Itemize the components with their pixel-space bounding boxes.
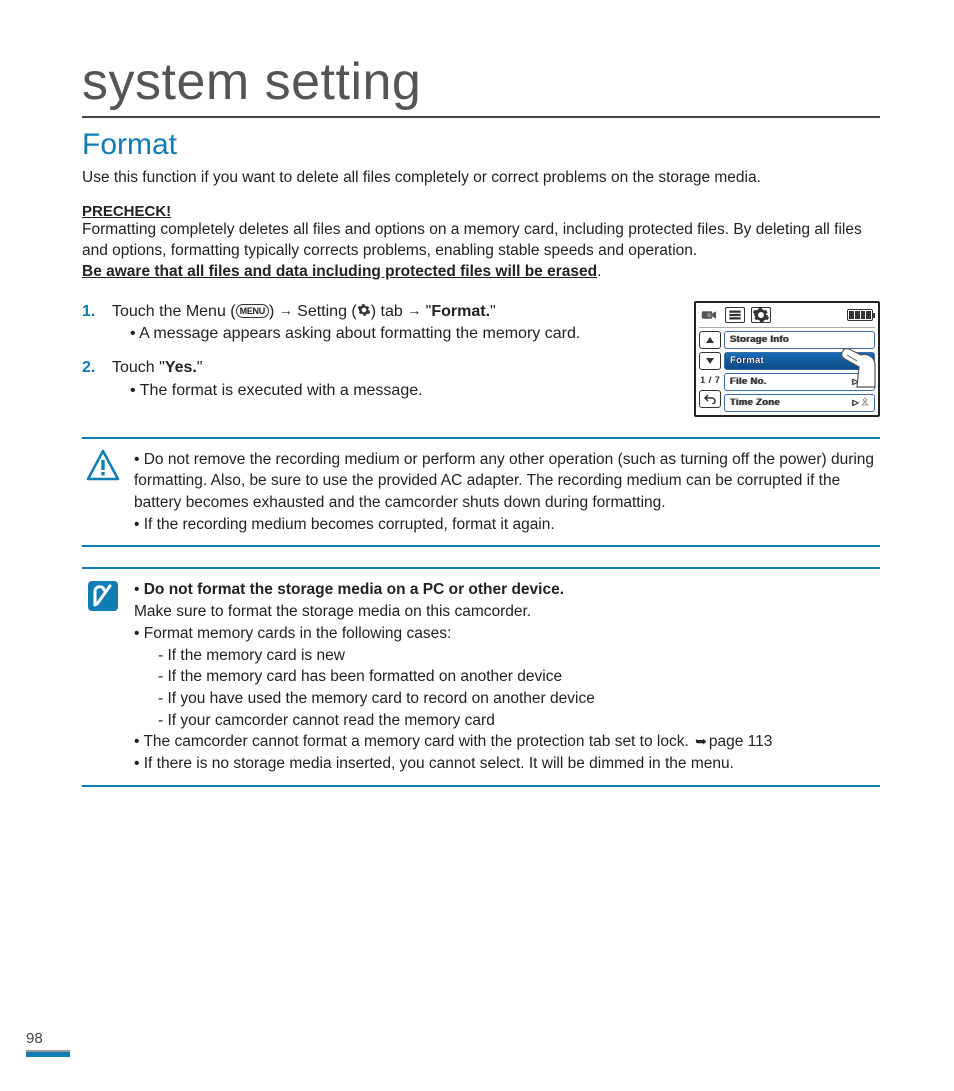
- precheck-warning: Be aware that all files and data includi…: [82, 263, 597, 280]
- back-button[interactable]: [699, 390, 721, 408]
- note-item: Format memory cards in the following cas…: [134, 623, 772, 731]
- arrow-icon: →: [279, 302, 293, 318]
- caution-callout: Do not remove the recording medium or pe…: [82, 437, 880, 548]
- page-indicator: 1 / 7: [699, 373, 721, 387]
- camcorder-icon: [701, 308, 719, 322]
- battery-icon: [847, 309, 873, 321]
- steps-list: 1. Touch the Menu (MENU) → Setting () ta…: [82, 301, 676, 415]
- menu-row-file-no[interactable]: File No.▷: [724, 373, 875, 391]
- settings-tab-icon[interactable]: [751, 307, 771, 323]
- step-sub: The format is executed with a message.: [130, 382, 423, 399]
- note-item: Do not format the storage media on a PC …: [134, 579, 772, 622]
- note-icon: [86, 579, 120, 613]
- note-subitem: If you have used the memory card to reco…: [158, 688, 772, 710]
- caution-icon: [86, 449, 120, 483]
- menu-icon: MENU: [236, 304, 269, 318]
- page-number: 98: [26, 1030, 70, 1057]
- note-subitem: If the memory card has been formatted on…: [158, 666, 772, 688]
- note-subitem: If your camcorder cannot read the memory…: [158, 710, 772, 732]
- menu-row-storage-info[interactable]: Storage Info: [724, 331, 875, 349]
- arrow-icon: →: [407, 302, 421, 318]
- scroll-down-button[interactable]: [699, 352, 721, 370]
- device-screenshot: 1 / 7 Storage Info Format File No.▷ Time…: [694, 301, 880, 417]
- note-subitem: If the memory card is new: [158, 645, 772, 667]
- precheck-body: Formatting completely deletes all files …: [82, 221, 862, 259]
- page-ref-arrow-icon: [693, 733, 709, 750]
- scroll-up-button[interactable]: [699, 331, 721, 349]
- step-text: Touch the Menu (: [112, 303, 236, 320]
- step-number: 2.: [82, 357, 102, 402]
- menu-row-format[interactable]: Format: [724, 352, 875, 370]
- step-target: Format.: [431, 303, 490, 320]
- precheck-header: PRECHECK!: [82, 203, 880, 220]
- step-target: Yes.: [165, 359, 197, 376]
- note-item: The camcorder cannot format a memory car…: [134, 731, 772, 753]
- section-intro: Use this function if you want to delete …: [82, 168, 880, 189]
- gear-icon: [357, 302, 371, 316]
- caution-item: If the recording medium becomes corrupte…: [134, 514, 876, 536]
- note-item: If there is no storage media inserted, y…: [134, 753, 772, 775]
- menu-row-time-zone[interactable]: Time Zone▷: [724, 394, 875, 412]
- chapter-title: system setting: [82, 52, 880, 118]
- step-sub: A message appears asking about formattin…: [130, 325, 580, 342]
- note-callout: Do not format the storage media on a PC …: [82, 567, 880, 786]
- list-tab-icon[interactable]: [725, 307, 745, 323]
- precheck-block: PRECHECK! Formatting completely deletes …: [82, 203, 880, 283]
- step-number: 1.: [82, 301, 102, 346]
- section-title: Format: [82, 128, 880, 162]
- caution-item: Do not remove the recording medium or pe…: [134, 449, 876, 514]
